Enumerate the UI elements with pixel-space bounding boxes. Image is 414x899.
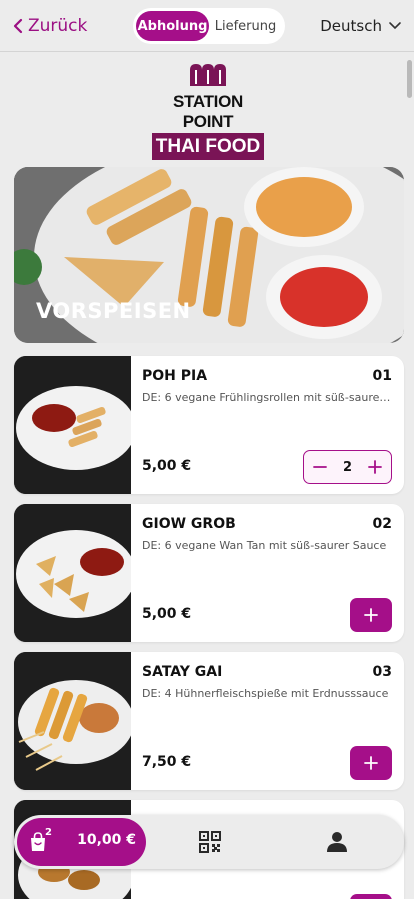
quantity-value: 2 bbox=[342, 459, 353, 475]
cart-count: 2 bbox=[45, 827, 52, 838]
product-description: DE: 6 vegane Frühlingsrollen mit süß-sau… bbox=[142, 391, 392, 404]
chevron-left-icon bbox=[13, 18, 23, 33]
qr-code-icon[interactable] bbox=[198, 830, 222, 854]
back-button[interactable]: Zurück bbox=[12, 16, 87, 36]
product-image bbox=[14, 356, 136, 494]
quantity-stepper: 2 bbox=[303, 450, 392, 484]
order-type-toggle: Abholung Lieferung bbox=[133, 8, 285, 44]
add-to-cart-button[interactable] bbox=[350, 746, 392, 780]
product-card[interactable]: GIOW GROB 02 DE: 6 vegane Wan Tan mit sü… bbox=[14, 504, 404, 642]
product-image bbox=[14, 652, 134, 790]
logo-line1: STATION POINT bbox=[173, 92, 243, 131]
product-price: 5,00 € bbox=[142, 606, 192, 622]
product-price: 5,00 € bbox=[142, 458, 192, 474]
logo-line2: THAI FOOD bbox=[152, 133, 264, 160]
language-selector[interactable]: Deutsch bbox=[320, 17, 402, 35]
product-image bbox=[14, 504, 136, 642]
category-title: VORSPEISEN bbox=[36, 299, 191, 323]
add-to-cart-button[interactable] bbox=[350, 598, 392, 632]
product-name: GIOW GROB bbox=[142, 516, 236, 532]
chevron-down-icon bbox=[389, 21, 401, 29]
product-name: SATAY GAI bbox=[142, 664, 223, 680]
scrollbar[interactable] bbox=[407, 60, 412, 98]
product-description: DE: 4 Hühnerfleischspieße mit Erdnusssau… bbox=[142, 687, 389, 700]
minus-icon[interactable] bbox=[312, 459, 328, 475]
utensils-icon bbox=[190, 64, 226, 86]
product-card[interactable]: SATAY GAI 03 DE: 4 Hühnerfleischspieße m… bbox=[14, 652, 404, 790]
product-number: 03 bbox=[372, 664, 392, 680]
cart-button[interactable]: 2 10,00 € bbox=[17, 818, 146, 866]
plus-icon[interactable] bbox=[367, 459, 383, 475]
plus-icon bbox=[364, 756, 378, 770]
plus-icon bbox=[364, 608, 378, 622]
bottom-nav: 2 10,00 € bbox=[14, 815, 404, 869]
back-label: Zurück bbox=[28, 15, 88, 36]
product-card[interactable]: POH PIA 01 DE: 6 vegane Frühlingsrollen … bbox=[14, 356, 404, 494]
product-number: 02 bbox=[372, 516, 392, 532]
restaurant-logo: STATION POINT THAI FOOD bbox=[152, 62, 264, 160]
cart-total: 10,00 € bbox=[77, 832, 136, 848]
add-to-cart-button[interactable] bbox=[350, 894, 392, 899]
product-number: 01 bbox=[372, 368, 392, 384]
delivery-tab[interactable]: Lieferung bbox=[209, 11, 282, 41]
pickup-tab[interactable]: Abholung bbox=[136, 11, 209, 41]
product-description: DE: 6 vegane Wan Tan mit süß-saurer Sauc… bbox=[142, 539, 387, 552]
category-banner[interactable]: VORSPEISEN bbox=[14, 167, 404, 343]
language-label: Deutsch bbox=[320, 16, 382, 35]
product-price: 7,50 € bbox=[142, 754, 192, 770]
product-name: POH PIA bbox=[142, 368, 208, 384]
user-icon[interactable] bbox=[325, 830, 349, 854]
